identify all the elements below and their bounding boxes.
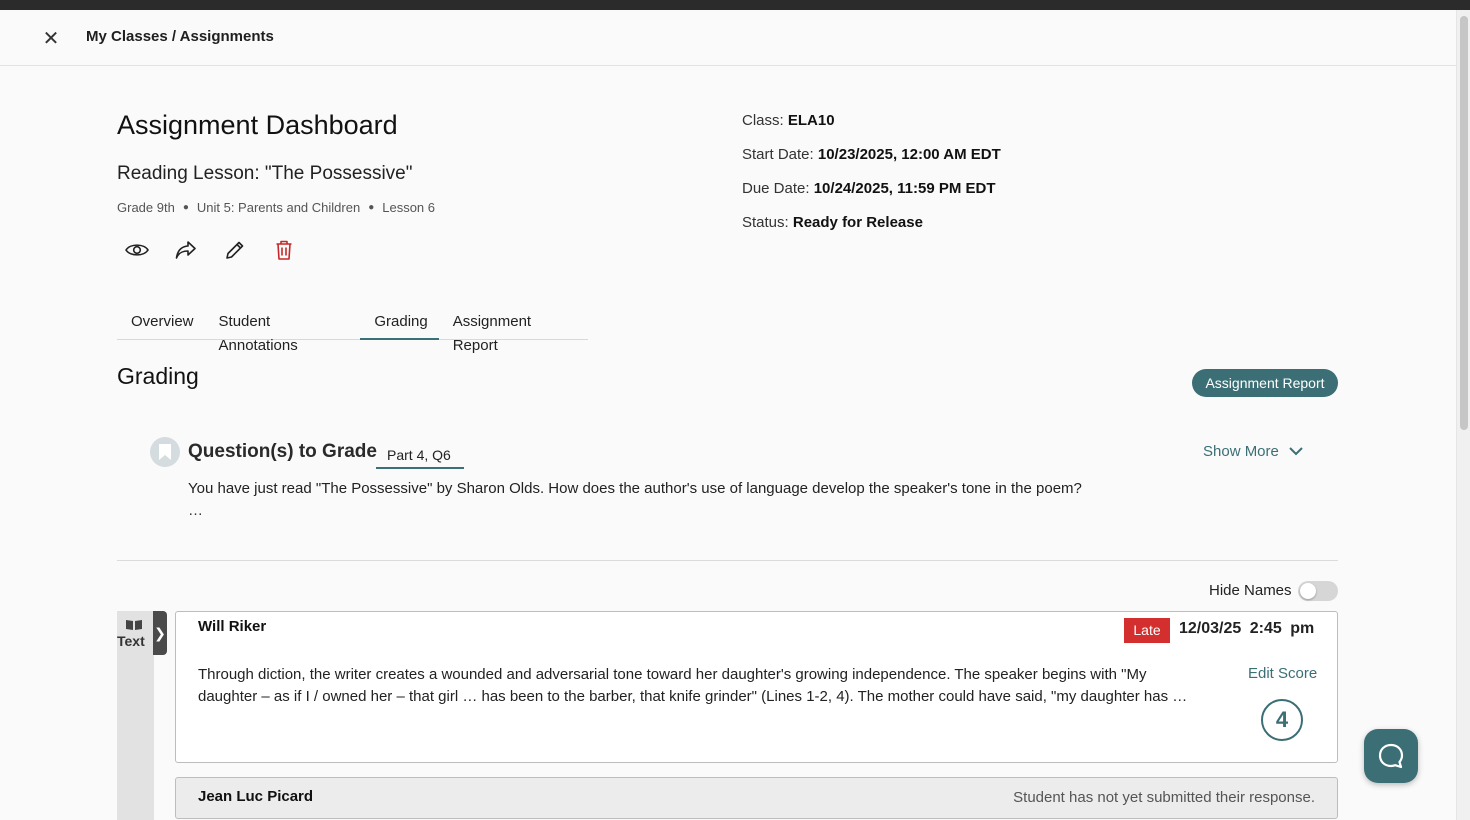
top-bar: ✕ My Classes / Assignments <box>0 10 1456 66</box>
meta-lesson: Lesson 6 <box>382 200 435 215</box>
tab-grading[interactable]: Grading <box>360 310 439 340</box>
scrollbar-thumb[interactable] <box>1460 16 1468 430</box>
page-title: Assignment Dashboard <box>117 110 398 140</box>
toggle-knob <box>1300 583 1316 599</box>
question-ellipsis: … <box>188 502 203 519</box>
info-due-date: Due Date: 10/24/2025, 11:59 PM EDT <box>742 180 996 197</box>
tab-assignment-report[interactable]: Assignment Report <box>439 310 588 354</box>
question-heading: Question(s) to Grade <box>188 441 377 462</box>
chat-help-icon[interactable] <box>1364 729 1418 783</box>
show-more-toggle[interactable]: Show More <box>1203 443 1303 460</box>
assignment-actions <box>125 238 296 262</box>
assignment-report-button[interactable]: Assignment Report <box>1192 369 1338 397</box>
share-icon[interactable] <box>174 238 198 262</box>
submission-date: 12/03/25 2:45 pm <box>1179 620 1315 637</box>
hide-names-label: Hide Names <box>1209 582 1292 599</box>
section-title: Grading <box>117 363 199 389</box>
lesson-title: Reading Lesson: "The Possessive" <box>117 163 413 184</box>
divider <box>117 560 1338 561</box>
info-class: Class: ELA10 <box>742 112 835 129</box>
assignment-info: Class: ELA10 Start Date: 10/23/2025, 12:… <box>742 112 1001 248</box>
breadcrumb[interactable]: My Classes / Assignments <box>86 28 274 45</box>
eye-icon[interactable] <box>125 238 149 262</box>
score-badge[interactable]: 4 <box>1261 699 1303 741</box>
bullet-icon: ● <box>368 202 375 213</box>
browser-bookmark-bar <box>0 0 1470 10</box>
bookmark-icon <box>150 437 180 467</box>
student-response-card: Will Riker Late 12/03/25 2:45 pm Through… <box>175 611 1338 763</box>
late-badge: Late <box>1124 618 1170 643</box>
tab-student-annotations[interactable]: Student Annotations <box>205 310 361 354</box>
book-icon <box>126 620 142 630</box>
scrollbar[interactable] <box>1456 10 1470 820</box>
bullet-icon: ● <box>182 202 189 213</box>
student-response-card: Jean Luc Picard Student has not yet subm… <box>175 777 1338 819</box>
text-side-panel[interactable]: Text <box>117 611 154 820</box>
hide-names-toggle[interactable] <box>1298 581 1338 601</box>
trash-icon[interactable] <box>272 238 296 262</box>
show-more-label: Show More <box>1203 443 1279 460</box>
submission-status: Student has not yet submitted their resp… <box>1013 789 1315 806</box>
pencil-icon[interactable] <box>223 238 247 262</box>
close-icon[interactable]: ✕ <box>40 28 62 50</box>
chevron-right-icon[interactable]: ❯ <box>153 611 167 655</box>
tab-overview[interactable]: Overview <box>117 310 205 340</box>
app-window: ✕ My Classes / Assignments Assignment Da… <box>0 10 1470 820</box>
meta-grade: Grade 9th <box>117 200 175 215</box>
tab-bar: Overview Student Annotations Grading Ass… <box>117 310 588 354</box>
info-start-date: Start Date: 10/23/2025, 12:00 AM EDT <box>742 146 1001 163</box>
lesson-meta: Grade 9th ● Unit 5: Parents and Children… <box>117 200 435 215</box>
question-text: You have just read "The Possessive" by S… <box>188 480 1082 497</box>
edit-score-link[interactable]: Edit Score <box>1248 665 1317 682</box>
info-status: Status: Ready for Release <box>742 214 923 231</box>
question-part-selector[interactable]: Part 4, Q6 <box>376 443 464 469</box>
chevron-down-icon <box>1289 443 1303 460</box>
response-text: Through diction, the writer creates a wo… <box>198 666 1188 705</box>
student-name: Will Riker <box>198 618 267 635</box>
student-name: Jean Luc Picard <box>198 788 314 805</box>
side-panel-label: Text <box>117 633 145 649</box>
meta-unit: Unit 5: Parents and Children <box>196 200 361 215</box>
